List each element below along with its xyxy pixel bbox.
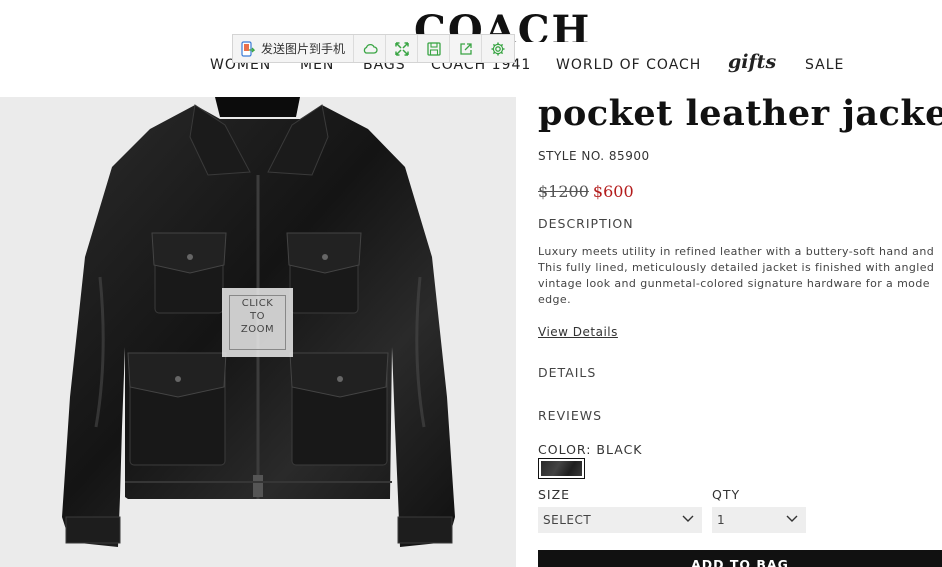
add-to-bag-button[interactable]: ADD TO BAG — [538, 550, 942, 567]
view-details-link[interactable]: View Details — [538, 325, 618, 339]
chevron-down-icon — [682, 515, 694, 522]
description-line: This fully lined, meticulously detailed … — [538, 261, 935, 274]
original-price: $1200 — [538, 182, 589, 201]
description-line: Luxury meets utility in refined leather … — [538, 245, 935, 258]
product-info: pocket leather jacket STYLE NO. 85900 $1… — [538, 0, 942, 567]
sale-price: $600 — [592, 182, 634, 201]
settings-button[interactable] — [482, 35, 514, 62]
swatch-fill — [541, 461, 582, 476]
qty-label: QTY — [712, 487, 741, 502]
description-text: Luxury meets utility in refined leather … — [538, 244, 942, 308]
price: $1200 $600 — [538, 182, 634, 201]
style-number: STYLE NO. 85900 — [538, 149, 650, 163]
settings-icon — [491, 42, 505, 55]
qty-select[interactable]: 1 — [712, 507, 806, 533]
click-to-zoom-button[interactable]: CLICK TO ZOOM — [222, 288, 293, 357]
color-label: COLOR: BLACK — [538, 442, 643, 457]
expand-button[interactable] — [386, 35, 419, 62]
save-button[interactable] — [418, 35, 451, 62]
share-icon — [459, 42, 472, 55]
zoom-text-line: CLICK — [241, 298, 274, 309]
send-to-phone-label: 发送图片到手机 — [261, 42, 346, 56]
product-image[interactable]: CLICK TO ZOOM — [0, 97, 516, 567]
chevron-down-icon — [786, 515, 798, 522]
description-line: edge. — [538, 293, 571, 306]
share-toolbar: 发送图片到手机 — [232, 34, 515, 63]
description-heading: DESCRIPTION — [538, 216, 634, 231]
size-select-value: SELECT — [543, 513, 592, 527]
product-title: pocket leather jacket — [538, 93, 942, 134]
details-toggle[interactable]: DETAILS — [538, 365, 596, 380]
zoom-text-line: ZOOM — [240, 324, 275, 335]
phone-send-icon — [241, 40, 255, 57]
send-to-phone-button[interactable]: 发送图片到手机 — [233, 35, 355, 62]
save-icon — [426, 41, 441, 56]
zoom-text-line: TO — [250, 311, 265, 322]
cloud-button[interactable] — [354, 35, 387, 62]
size-select[interactable]: SELECT — [538, 507, 702, 533]
cloud-icon — [363, 43, 378, 54]
qty-select-value: 1 — [717, 513, 726, 527]
expand-icon — [394, 41, 409, 56]
size-label: SIZE — [538, 487, 571, 502]
description-line: vintage look and gunmetal-colored signat… — [538, 277, 930, 290]
reviews-toggle[interactable]: REVIEWS — [538, 408, 602, 423]
color-swatch-black[interactable] — [538, 458, 585, 479]
share-button[interactable] — [450, 35, 483, 62]
